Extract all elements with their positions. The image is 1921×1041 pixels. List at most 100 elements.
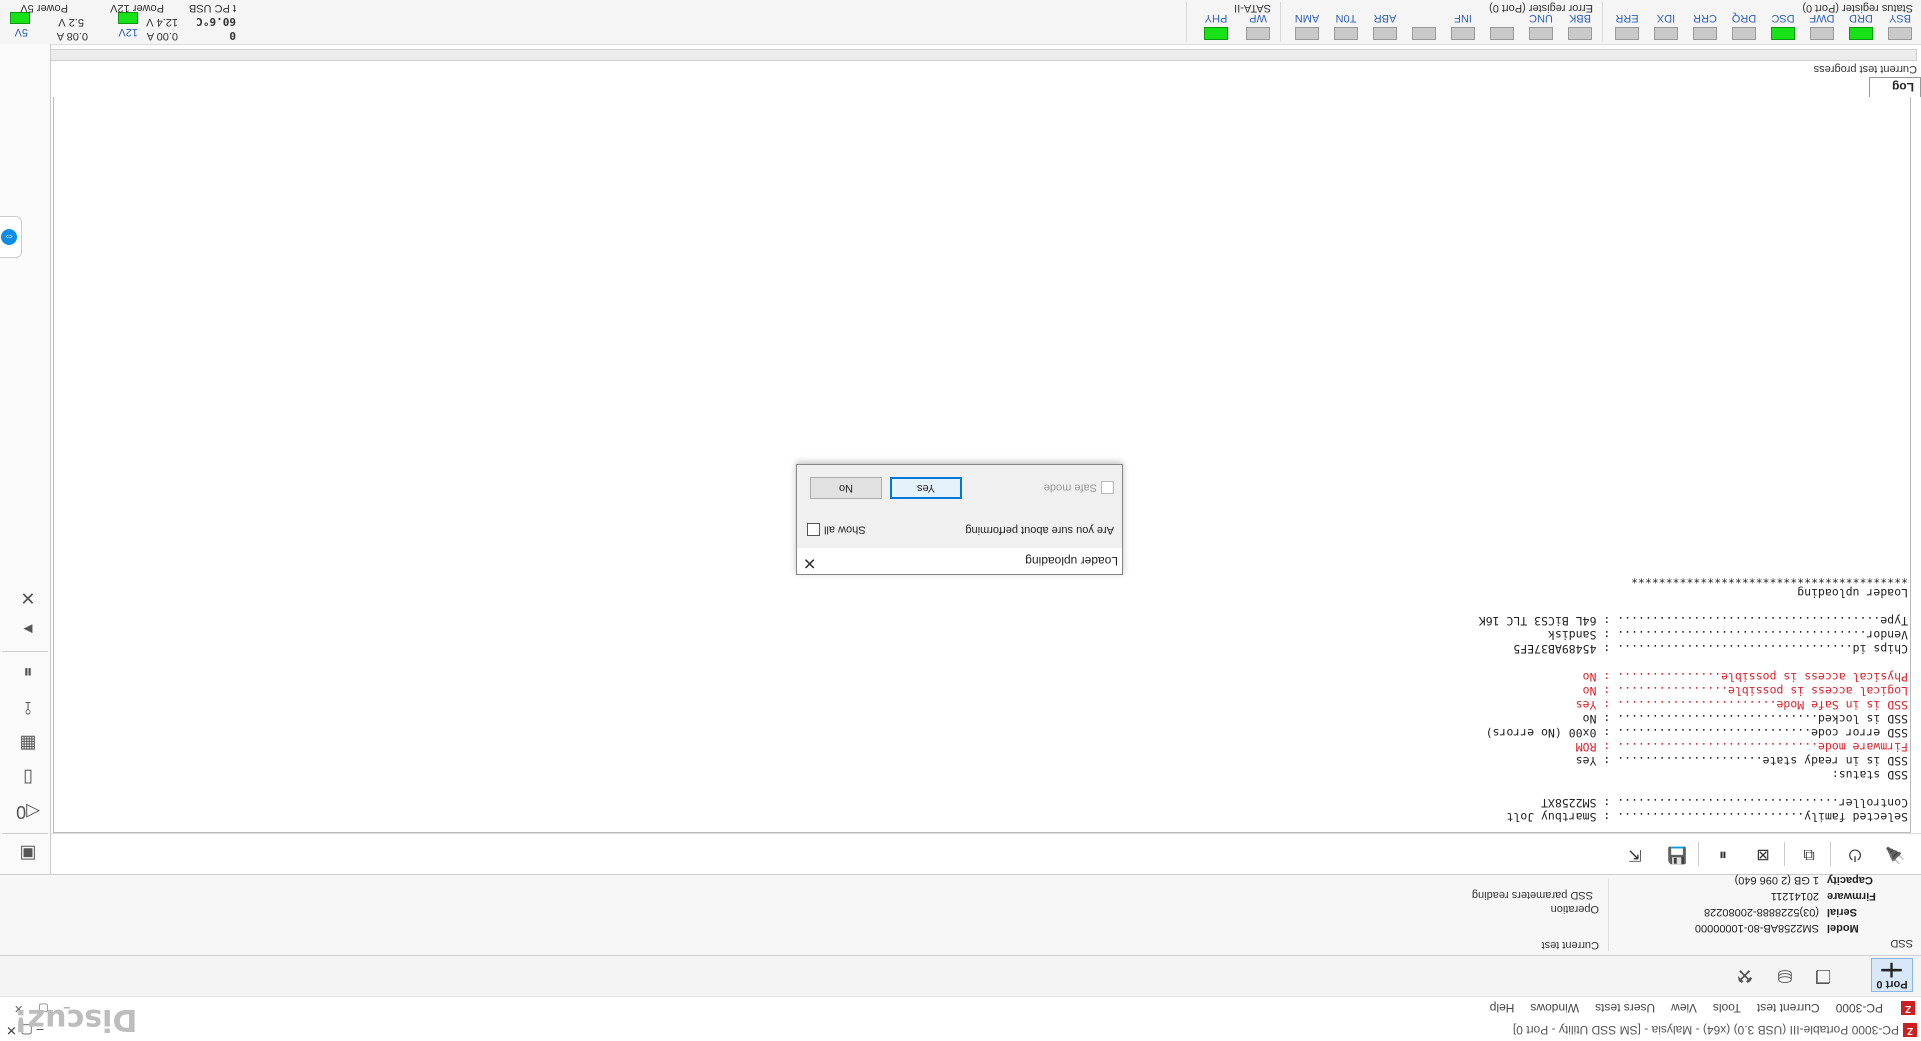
log-line: SSD error code..........................…: [1485, 726, 1908, 740]
play-icon[interactable]: ▸: [14, 616, 42, 644]
phone-icon[interactable]: ▯: [14, 764, 42, 792]
log-line: Chips id................................…: [1513, 642, 1908, 656]
port-label: Port 0: [1876, 978, 1908, 990]
ssd-info: SSD Model SM2258AB-80-10000000 Serial (03)…: [1608, 874, 1917, 951]
power-count: 0: [229, 29, 236, 42]
tools-icon[interactable]: ⚒: [1733, 964, 1757, 988]
ssd-caption: SSD: [1890, 937, 1913, 949]
register-label: DRQ: [1731, 12, 1757, 24]
no-button[interactable]: No: [810, 477, 882, 499]
toolbar-separator: [1830, 842, 1831, 866]
log-line: ****************************************: [1631, 572, 1908, 586]
port-toolbar: Port 0 ━╋━ ❐ ⛁ ⚒: [0, 955, 1921, 996]
sd-card-icon[interactable]: ▣: [14, 840, 42, 868]
teamviewer-tab[interactable]: ⇔: [0, 216, 22, 258]
ssd-value: 20141211: [1770, 890, 1819, 902]
log-line: SSD is in ready state...................…: [1575, 754, 1908, 768]
show-all-label: Show all: [824, 523, 866, 536]
teamviewer-icon: ⇔: [1, 229, 17, 245]
rail-separator: [2, 833, 48, 834]
p12v-label: 12V: [118, 26, 138, 38]
stop-icon[interactable]: ✕: [14, 584, 42, 612]
status-register-group: Status register (Port 0) BSY DRD DWF DSC DRQ…: [1607, 0, 1917, 44]
window-title: PC-3000 Portable-III (USB 3.0) (x64) - M…: [1512, 1023, 1899, 1037]
app-logo-icon: Z: [1903, 1023, 1917, 1037]
register-bit: BSY: [1883, 12, 1917, 40]
plug-out-icon[interactable]: ⏻: [1843, 842, 1867, 866]
drive-icon[interactable]: ⛁: [1773, 964, 1797, 988]
ssd-key: Model: [1827, 922, 1859, 934]
register-led: [1529, 27, 1553, 40]
windows-stack-icon[interactable]: ❐: [1811, 964, 1835, 988]
register-separator: [1602, 2, 1603, 42]
menu-windows[interactable]: Windows: [1522, 997, 1587, 1019]
register-bit: INF: [1446, 12, 1480, 40]
register-led: [1451, 27, 1475, 40]
read-icon[interactable]: ◁0: [14, 798, 42, 826]
test-progress-bar: [5, 49, 1917, 61]
show-all-checkbox[interactable]: Show all: [807, 523, 866, 536]
register-led: [1888, 27, 1912, 40]
memory-chip-icon[interactable]: ▦: [14, 730, 42, 758]
register-bit: AMN: [1290, 12, 1324, 40]
log-line: Selected family.........................…: [1506, 810, 1908, 824]
title-bar: Z PC-3000 Portable-III (USB 3.0) (x64) -…: [0, 1018, 1921, 1041]
close-icon[interactable]: ✕: [803, 553, 816, 571]
menu-view[interactable]: View: [1663, 997, 1705, 1019]
app-window: Z PC-3000 Portable-III (USB 3.0) (x64) -…: [0, 0, 1921, 1041]
register-label: BBK: [1569, 12, 1592, 24]
menu-users-tests[interactable]: Users tests: [1587, 997, 1663, 1019]
register-separator: [1280, 2, 1281, 42]
export-icon[interactable]: ⇱: [1623, 842, 1647, 866]
register-led: [1412, 27, 1436, 40]
safe-mode-checkbox: Safe mode: [1044, 481, 1114, 494]
log-lines: Selected family.........................…: [1479, 572, 1908, 824]
power-panel: 0 60.6°C t PC USB 0.00 A 12.4 V 12V Powe…: [0, 0, 240, 44]
register-label: DRD: [1849, 12, 1873, 24]
tab-log[interactable]: Log: [1869, 77, 1921, 97]
register-bit: DWF: [1805, 12, 1839, 40]
ssd-row-capacity: Capacity 1 GB (2 096 640): [1735, 872, 1897, 887]
register-led: [1246, 27, 1270, 40]
register-led: [1732, 27, 1756, 40]
p5v-caption: Power 5V: [20, 2, 68, 14]
register-led: [1334, 27, 1358, 40]
rail-separator: [2, 651, 48, 652]
copy-icon[interactable]: ⧉: [1797, 842, 1821, 866]
register-label: ABR: [1373, 12, 1397, 24]
temperature-value: 60.6°C: [196, 15, 236, 28]
register-bit: [1407, 24, 1441, 40]
p5v-voltage: 5.2 V: [58, 16, 84, 28]
register-label: UNC: [1529, 12, 1553, 24]
toolbar-separator: [1698, 842, 1699, 866]
p5v-label: 5V: [14, 26, 28, 38]
p12v-voltage: 12.4 V: [146, 16, 178, 28]
register-bit: ERR: [1610, 12, 1644, 40]
pause-rail-icon[interactable]: ⏸: [14, 658, 42, 686]
register-led: [1810, 27, 1834, 40]
pause-icon[interactable]: ⏸: [1711, 842, 1735, 866]
log-line: Vendor..................................…: [1547, 628, 1908, 642]
yes-button[interactable]: Yes: [890, 477, 962, 499]
pin-icon[interactable]: ⟟: [14, 694, 42, 722]
port-connector-icon: ━╋━: [1882, 963, 1902, 977]
register-led: [1568, 27, 1592, 40]
register-bit: [1485, 24, 1519, 40]
plug-icon[interactable]: 🔌: [1883, 842, 1907, 866]
log-line: Logical access is possible..............…: [1582, 684, 1908, 698]
menu-help[interactable]: Help: [1482, 997, 1523, 1019]
menu-current-test[interactable]: Current test: [1749, 997, 1828, 1019]
dialog-header: Loader uploading ✕: [797, 548, 1122, 574]
register-bit: ABR: [1368, 12, 1402, 40]
stop-save-icon[interactable]: ⊠: [1751, 842, 1775, 866]
menu-tools[interactable]: Tools: [1705, 997, 1749, 1019]
port-0-button[interactable]: Port 0 ━╋━: [1871, 958, 1913, 992]
checkbox-icon: [807, 523, 820, 536]
menu-pc3000[interactable]: PC-3000: [1828, 997, 1891, 1019]
dialog-title: Loader uploading: [1025, 554, 1118, 568]
save-icon[interactable]: 💾: [1665, 842, 1689, 866]
operation-caption: Operation: [1550, 903, 1599, 915]
